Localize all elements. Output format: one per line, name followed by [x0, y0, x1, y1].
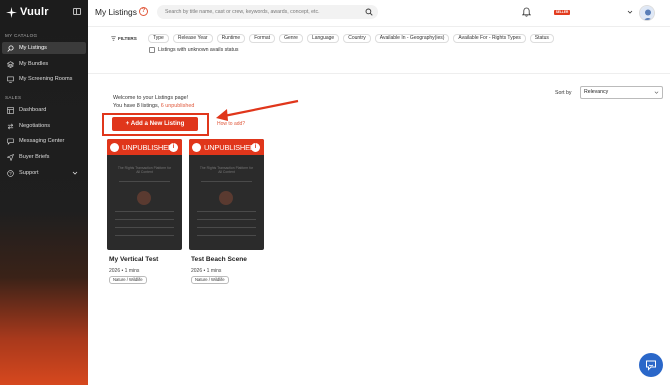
collapse-sidebar-icon[interactable] [73, 8, 81, 15]
listing-meta: 2026 • 1 mins [191, 268, 222, 274]
poster-text: The Rights Transaction Platform for All … [117, 166, 172, 175]
unpublished-link[interactable]: 6 unpublished [161, 103, 195, 109]
dashboard-icon [7, 106, 14, 114]
sidebar-item-buyer-briefs[interactable]: Buyer Briefs [2, 151, 86, 163]
send-icon [7, 153, 14, 161]
listing-meta: 2026 • 1 mins [109, 268, 140, 274]
listing-poster[interactable]: UNPUBLISHED i The Rights Transaction Pla… [189, 139, 264, 250]
filter-chip-country[interactable]: Country [343, 34, 371, 43]
sidebar-item-support[interactable]: ? Support [2, 167, 86, 179]
unknown-avails-checkbox[interactable] [149, 47, 155, 53]
unknown-avails-option[interactable]: Listings with unknown avails status [149, 47, 238, 53]
sort-label: Sort by [555, 90, 572, 96]
chevron-down-icon[interactable] [627, 9, 633, 15]
chat-support-button[interactable] [639, 353, 663, 377]
search-input[interactable]: Search by title name, cast or crew, keyw… [157, 5, 378, 19]
status-label: UNPUBLISHED [122, 142, 174, 152]
unknown-avails-label: Listings with unknown avails status [158, 47, 239, 53]
chevron-down-icon[interactable] [72, 170, 78, 176]
how-to-add-link[interactable]: How to add? [217, 121, 245, 127]
sidebar-item-label: Support [19, 170, 39, 176]
help-circle-icon: ? [7, 169, 14, 177]
sidebar-item-label: My Listings [19, 45, 47, 51]
filter-chip-status[interactable]: Status [529, 34, 554, 43]
filter-chip-genre[interactable]: Genre [279, 34, 303, 43]
poster-text: The Rights Transaction Platform for All … [199, 166, 254, 175]
sidebar-item-label: Negotiations [19, 123, 51, 129]
user-avatar-icon [640, 6, 654, 20]
filter-chip-available-in[interactable]: Available In - Geography(ies) [374, 34, 450, 43]
listing-title[interactable]: My Vertical Test [109, 256, 158, 263]
notification-bell-icon[interactable] [522, 7, 531, 17]
layers-icon [7, 60, 14, 68]
add-listing-button[interactable]: + Add a New Listing [112, 117, 198, 131]
filter-icon [111, 36, 116, 41]
search-placeholder: Search by title name, cast or crew, keyw… [165, 9, 320, 15]
brand-name: Vuulr [20, 6, 49, 18]
sort-select[interactable]: Relevancy [580, 86, 663, 99]
chat-bubble-icon [646, 360, 656, 371]
filter-chip-runtime[interactable]: Runtime [216, 34, 246, 43]
header-divider [88, 26, 670, 27]
filters-toggle[interactable]: FILTERS [111, 36, 137, 41]
genre-tag: Nature / Wildlife [191, 276, 229, 284]
sidebar: Vuulr MY CATALOG My Listings My Bundles … [0, 0, 88, 385]
svg-text:?: ? [9, 171, 12, 176]
sidebar-item-label: Buyer Briefs [19, 154, 50, 160]
vuulr-logo-icon [6, 6, 17, 18]
monitor-icon [7, 76, 14, 83]
filter-chip-release-year[interactable]: Release Year [172, 34, 213, 43]
listing-count: You have 8 listings, 6 unpublished [113, 103, 194, 109]
filters-label: FILTERS [118, 36, 137, 41]
sidebar-item-label: Messaging Center [19, 138, 65, 144]
sidebar-item-negotiations[interactable]: Negotiations [2, 120, 86, 132]
sidebar-item-messaging-center[interactable]: Messaging Center [2, 135, 86, 147]
welcome-message: Welcome to your Listings page! [113, 95, 189, 101]
section-sales: SALES [5, 95, 22, 100]
filters-divider [88, 73, 670, 74]
status-label: UNPUBLISHED [204, 142, 256, 152]
filter-chip-format[interactable]: Format [249, 34, 276, 43]
sidebar-item-label: Dashboard [19, 107, 47, 113]
seller-badge: SELLER [554, 10, 570, 15]
sidebar-item-label: My Screening Rooms [19, 76, 73, 82]
sidebar-item-my-screening-rooms[interactable]: My Screening Rooms [2, 73, 86, 85]
exchange-icon [7, 123, 14, 130]
section-my-catalog: MY CATALOG [5, 33, 38, 38]
search-icon[interactable] [365, 8, 373, 16]
filter-chip-language[interactable]: Language [306, 34, 340, 43]
unpublished-icon [192, 142, 201, 152]
chat-icon [7, 138, 14, 145]
unpublished-icon [110, 142, 119, 152]
page-title: My Listings [95, 7, 137, 17]
listing-card[interactable]: UNPUBLISHED i The Rights Transaction Pla… [107, 139, 182, 284]
help-icon[interactable]: ? [139, 6, 148, 16]
sidebar-item-dashboard[interactable]: Dashboard [2, 104, 86, 116]
brand[interactable]: Vuulr [6, 6, 49, 18]
sidebar-item-my-listings[interactable]: My Listings [2, 42, 86, 54]
sidebar-item-my-bundles[interactable]: My Bundles [2, 58, 86, 70]
info-icon[interactable]: i [251, 142, 260, 152]
avatar[interactable] [639, 5, 655, 21]
search-icon [7, 44, 14, 52]
sidebar-item-label: My Bundles [19, 61, 49, 67]
chevron-down-icon [654, 91, 659, 94]
filter-chip-type[interactable]: Type [148, 34, 169, 43]
listing-card[interactable]: UNPUBLISHED i The Rights Transaction Pla… [189, 139, 264, 284]
listing-title[interactable]: Test Beach Scene [191, 256, 247, 263]
info-icon[interactable]: i [169, 142, 178, 152]
genre-tag: Nature / Wildlife [109, 276, 147, 284]
listing-poster[interactable]: UNPUBLISHED i The Rights Transaction Pla… [107, 139, 182, 250]
listing-count-text: You have 8 listings, [113, 103, 161, 109]
sort-value: Relevancy [584, 89, 609, 95]
filter-chips: Type Release Year Runtime Format Genre L… [148, 34, 554, 43]
filter-chip-available-for[interactable]: Available For - Rights Types [453, 34, 526, 43]
